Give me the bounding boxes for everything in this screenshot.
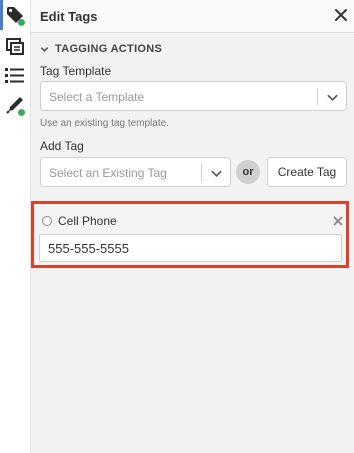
create-tag-button[interactable]: Create Tag bbox=[267, 157, 347, 187]
layers-icon bbox=[6, 38, 24, 55]
list-icon bbox=[5, 68, 24, 83]
close-icon[interactable] bbox=[333, 7, 349, 23]
edit-tags-panel: Edit Tags TAGGING ACTIONS Tag Template S… bbox=[31, 0, 354, 453]
rail-item-list[interactable] bbox=[0, 60, 30, 90]
close-icon[interactable] bbox=[333, 216, 343, 226]
tag-radio[interactable] bbox=[42, 216, 52, 226]
tag-name: Cell Phone bbox=[58, 214, 117, 228]
tag-template-label: Tag Template bbox=[40, 64, 112, 78]
existing-tag-select[interactable]: Select an Existing Tag bbox=[40, 157, 231, 187]
rail-item-pen[interactable] bbox=[0, 90, 30, 120]
rail-item-layers[interactable] bbox=[0, 31, 30, 61]
tagging-actions-toggle[interactable]: TAGGING ACTIONS bbox=[40, 42, 162, 56]
tag-value-input[interactable] bbox=[39, 234, 342, 262]
chevron-down-icon bbox=[327, 94, 338, 102]
rail-item-tags[interactable] bbox=[0, 0, 30, 30]
select-divider bbox=[201, 164, 202, 181]
status-dot bbox=[18, 109, 25, 116]
panel-title: Edit Tags bbox=[40, 9, 98, 24]
existing-tag-placeholder: Select an Existing Tag bbox=[49, 166, 167, 180]
add-tag-label: Add Tag bbox=[40, 139, 84, 153]
panel-header: Edit Tags bbox=[31, 0, 354, 33]
or-badge: or bbox=[236, 160, 260, 184]
section-title: TAGGING ACTIONS bbox=[55, 43, 163, 55]
sidebar-rail bbox=[0, 0, 31, 453]
tag-template-hint: Use an existing tag template. bbox=[40, 118, 169, 129]
tag-template-select[interactable]: Select a Template bbox=[40, 81, 347, 111]
chevron-down-icon bbox=[211, 170, 222, 178]
status-dot bbox=[18, 19, 25, 26]
tag-item-card: Cell Phone bbox=[31, 201, 349, 268]
tag-template-placeholder: Select a Template bbox=[49, 90, 145, 104]
chevron-down-icon bbox=[40, 46, 49, 52]
select-divider bbox=[317, 88, 318, 105]
